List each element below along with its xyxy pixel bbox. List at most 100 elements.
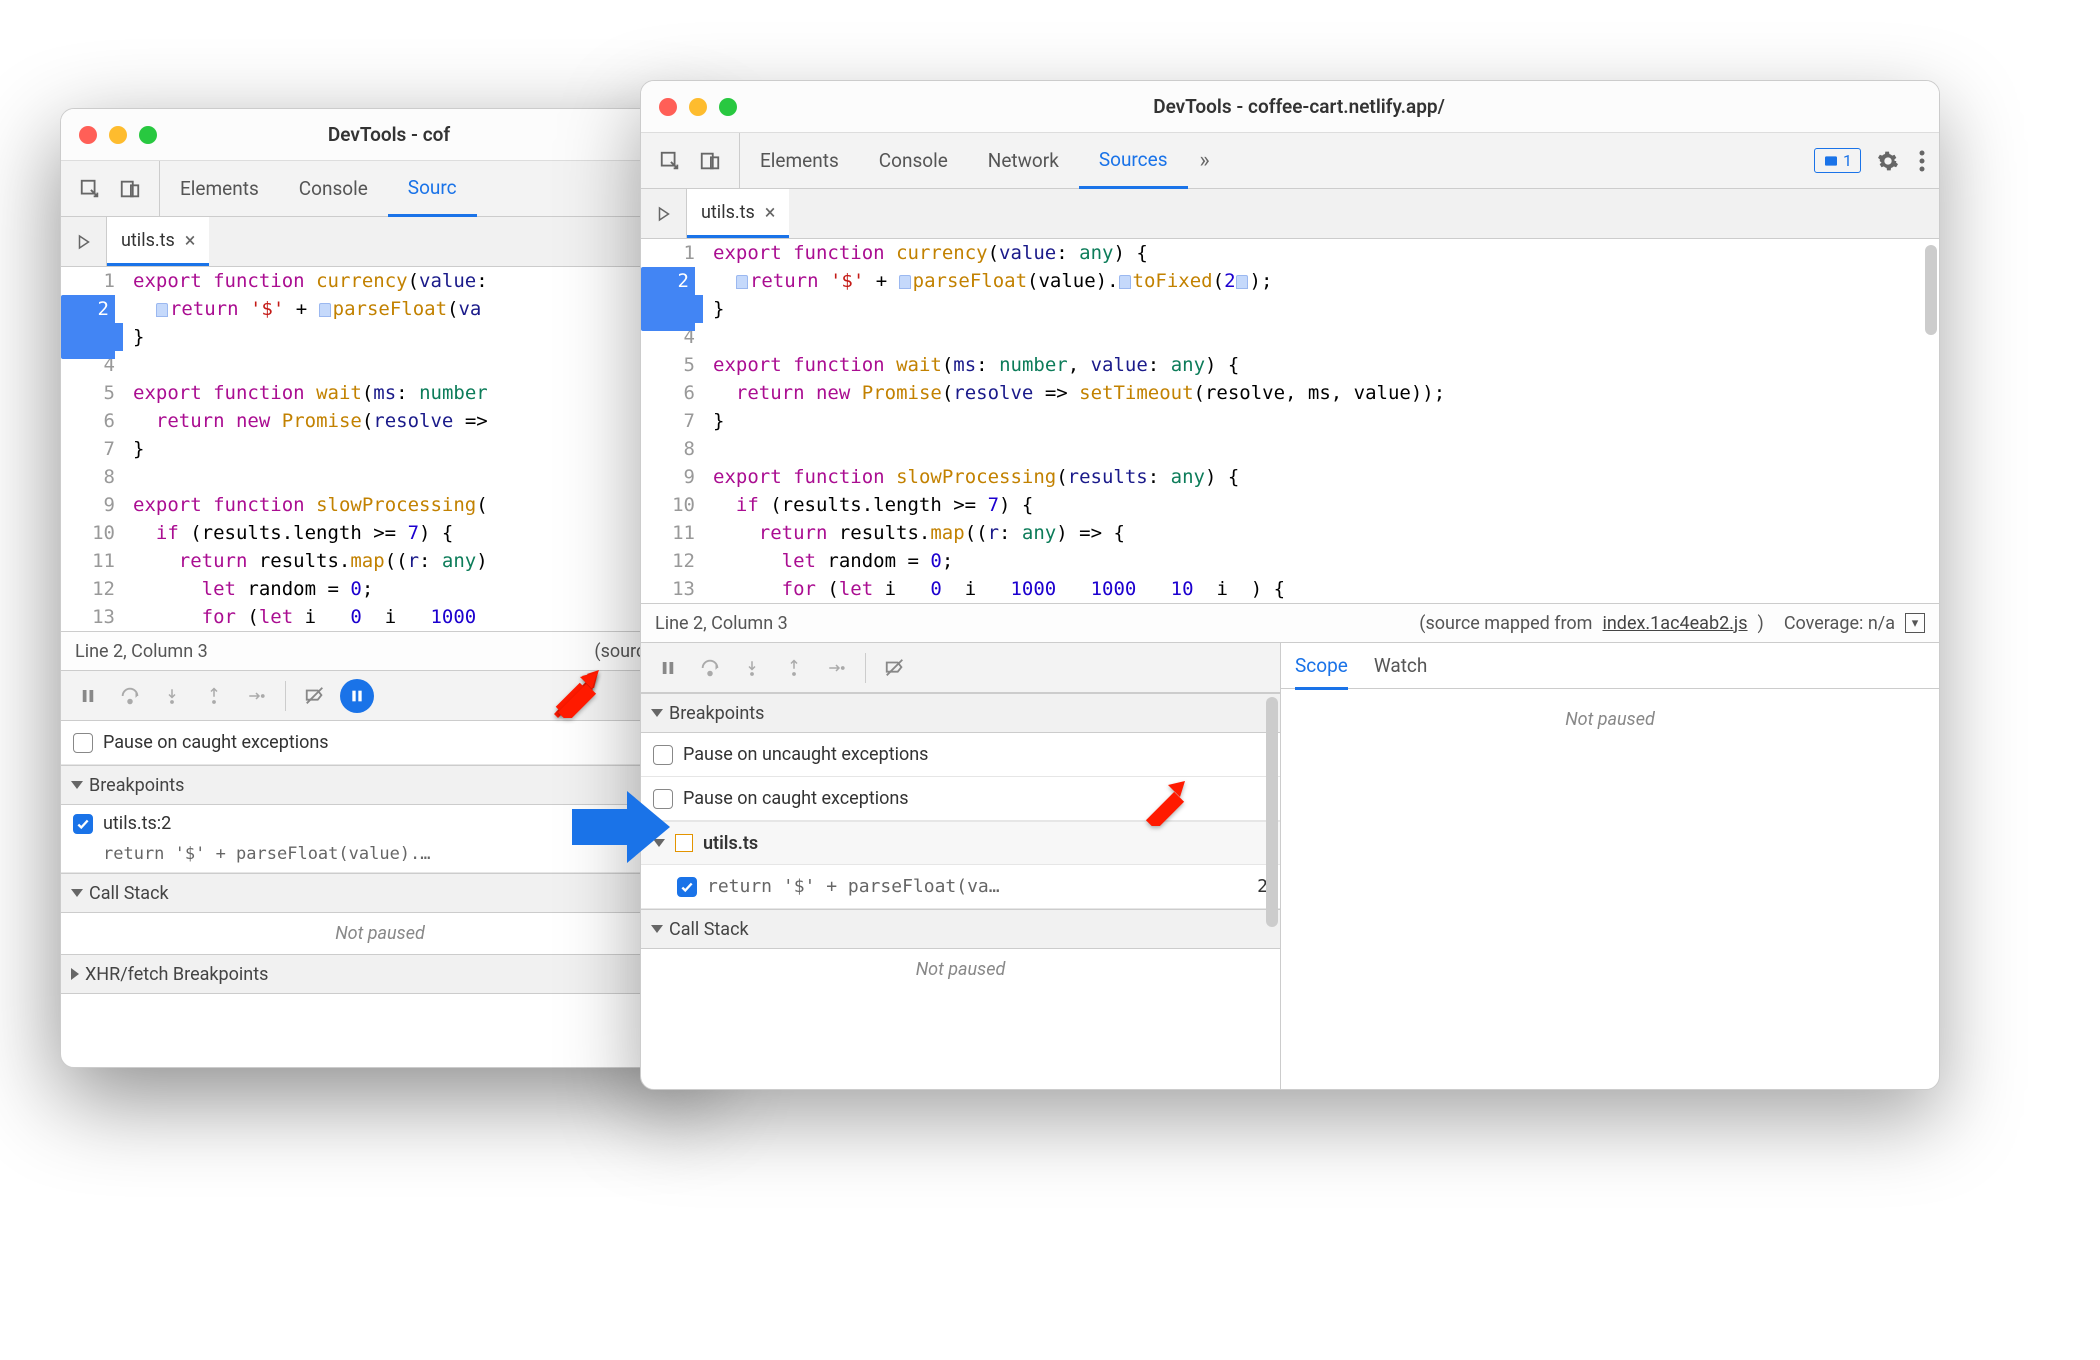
devtools-window-before: DevTools - cof Elements Console Sourc ut… bbox=[60, 108, 700, 1068]
window-controls bbox=[659, 98, 737, 116]
tab-elements[interactable]: Elements bbox=[740, 133, 859, 188]
callstack-section-header[interactable]: Call Stack bbox=[61, 873, 699, 913]
step-button[interactable] bbox=[819, 651, 853, 685]
annotation-red-arrow-icon bbox=[1140, 776, 1190, 826]
tab-sources[interactable]: Sourc bbox=[388, 162, 477, 217]
window-title: DevTools - coffee-cart.netlify.app/ bbox=[737, 95, 1921, 118]
minimize-window-icon[interactable] bbox=[109, 126, 127, 144]
code-editor[interactable]: 12345678910111213 export function curren… bbox=[641, 239, 1939, 603]
debugger-right-pane: Scope Watch Not paused bbox=[1281, 643, 1939, 1089]
kebab-menu-icon[interactable] bbox=[1905, 144, 1939, 178]
editor-status: Line 2, Column 3 (source ma bbox=[61, 631, 699, 671]
editor-status: Line 2, Column 3 (source mapped from ind… bbox=[641, 603, 1939, 643]
cursor-position: Line 2, Column 3 bbox=[655, 613, 788, 634]
pause-caught-label: Pause on caught exceptions bbox=[683, 788, 909, 809]
device-toolbar-icon[interactable] bbox=[113, 172, 147, 206]
inspect-element-icon[interactable] bbox=[653, 144, 687, 178]
step-out-button[interactable] bbox=[197, 679, 231, 713]
line-gutter[interactable]: 12345678910111213 bbox=[641, 239, 703, 603]
close-window-icon[interactable] bbox=[659, 98, 677, 116]
breakpoint-checkbox[interactable] bbox=[677, 877, 697, 897]
minimize-window-icon[interactable] bbox=[689, 98, 707, 116]
breakpoint-label: utils.ts:2 bbox=[103, 813, 171, 834]
callstack-not-paused: Not paused bbox=[641, 949, 1280, 990]
close-window-icon[interactable] bbox=[79, 126, 97, 144]
file-tab-label: utils.ts bbox=[121, 230, 175, 251]
tab-console[interactable]: Console bbox=[279, 161, 388, 216]
file-tab-utils[interactable]: utils.ts × bbox=[107, 217, 209, 266]
titlebar: DevTools - cof bbox=[61, 109, 699, 161]
tab-console[interactable]: Console bbox=[859, 133, 968, 188]
code-lines: export function currency(value: return '… bbox=[123, 267, 699, 631]
close-icon[interactable]: × bbox=[185, 228, 196, 252]
collapse-drawer-icon[interactable]: ▾ bbox=[1905, 613, 1925, 633]
tab-network[interactable]: Network bbox=[968, 133, 1079, 188]
pause-uncaught-label: Pause on uncaught exceptions bbox=[683, 744, 928, 765]
step-button[interactable] bbox=[239, 679, 273, 713]
code-editor[interactable]: 12345678910111213 export function curren… bbox=[61, 267, 699, 631]
window-title: DevTools - cof bbox=[157, 123, 681, 146]
deactivate-breakpoints-button[interactable] bbox=[878, 651, 912, 685]
tab-sources[interactable]: Sources bbox=[1079, 134, 1188, 189]
device-toolbar-icon[interactable] bbox=[693, 144, 727, 178]
breakpoints-section-header[interactable]: Breakpoints bbox=[641, 693, 1280, 733]
coverage-status: Coverage: n/a bbox=[1784, 613, 1895, 634]
chevron-down-icon bbox=[71, 889, 83, 897]
step-out-button[interactable] bbox=[777, 651, 811, 685]
line-gutter[interactable]: 12345678910111213 bbox=[61, 267, 123, 631]
navigator-toggle-icon[interactable] bbox=[641, 189, 687, 238]
pause-button[interactable] bbox=[651, 651, 685, 685]
more-tabs-icon[interactable]: » bbox=[1188, 144, 1222, 178]
tab-watch[interactable]: Watch bbox=[1374, 654, 1428, 677]
pause-uncaught-checkbox[interactable] bbox=[653, 745, 673, 765]
step-into-button[interactable] bbox=[155, 679, 189, 713]
code-lines: export function currency(value: any) { r… bbox=[703, 239, 1939, 603]
pause-button[interactable] bbox=[71, 679, 105, 713]
file-tab-utils[interactable]: utils.ts × bbox=[687, 189, 789, 238]
xhr-breakpoints-section-header[interactable]: XHR/fetch Breakpoints bbox=[61, 954, 699, 994]
breakpoint-code-preview: return '$' + parseFloat(va… bbox=[707, 876, 1247, 897]
window-controls bbox=[79, 126, 157, 144]
breakpoint-group-label: utils.ts bbox=[703, 833, 758, 854]
panel-tabs: Elements Console Sourc bbox=[61, 161, 699, 217]
file-tab-label: utils.ts bbox=[701, 202, 755, 223]
tab-scope[interactable]: Scope bbox=[1295, 654, 1348, 690]
pause-uncaught-row[interactable]: Pause on uncaught exceptions bbox=[641, 733, 1280, 777]
tab-elements[interactable]: Elements bbox=[160, 161, 279, 216]
cursor-position: Line 2, Column 3 bbox=[75, 641, 208, 662]
file-tabs: utils.ts × bbox=[641, 189, 1939, 239]
chevron-down-icon bbox=[71, 781, 83, 789]
zoom-window-icon[interactable] bbox=[719, 98, 737, 116]
devtools-window-after: DevTools - coffee-cart.netlify.app/ Elem… bbox=[640, 80, 1940, 1090]
debugger-split: Breakpoints Pause on uncaught exceptions… bbox=[641, 643, 1939, 1089]
issues-button[interactable]: 1 bbox=[1814, 148, 1861, 173]
pause-on-caught-row[interactable]: Pause on caught exceptions bbox=[61, 721, 699, 765]
step-into-button[interactable] bbox=[735, 651, 769, 685]
close-icon[interactable]: × bbox=[765, 200, 776, 224]
gear-icon[interactable] bbox=[1871, 144, 1905, 178]
debugger-toolbar bbox=[61, 671, 699, 721]
breakpoint-item[interactable]: return '$' + parseFloat(va… 2 bbox=[641, 865, 1280, 909]
breakpoint-checkbox[interactable] bbox=[73, 814, 93, 834]
scope-watch-tabs: Scope Watch bbox=[1281, 643, 1939, 689]
navigator-toggle-icon[interactable] bbox=[61, 217, 107, 266]
chevron-down-icon bbox=[651, 709, 663, 717]
step-over-button[interactable] bbox=[693, 651, 727, 685]
step-over-button[interactable] bbox=[113, 679, 147, 713]
deactivate-breakpoints-button[interactable] bbox=[298, 679, 332, 713]
source-map-link[interactable]: index.1ac4eab2.js bbox=[1602, 613, 1747, 634]
inspect-element-icon[interactable] bbox=[73, 172, 107, 206]
file-tabs: utils.ts × bbox=[61, 217, 699, 267]
chevron-down-icon bbox=[651, 925, 663, 933]
js-file-icon bbox=[675, 834, 693, 852]
pause-on-exceptions-button[interactable] bbox=[340, 679, 374, 713]
pause-caught-label: Pause on caught exceptions bbox=[103, 732, 329, 753]
breakpoint-group[interactable]: utils.ts bbox=[641, 821, 1280, 865]
scrollbar-thumb[interactable] bbox=[1266, 697, 1278, 927]
zoom-window-icon[interactable] bbox=[139, 126, 157, 144]
source-map-prefix: (source mapped from bbox=[1419, 613, 1592, 634]
callstack-section-header[interactable]: Call Stack bbox=[641, 909, 1280, 949]
pause-caught-checkbox[interactable] bbox=[73, 733, 93, 753]
scrollbar-thumb[interactable] bbox=[1925, 245, 1937, 335]
titlebar: DevTools - coffee-cart.netlify.app/ bbox=[641, 81, 1939, 133]
